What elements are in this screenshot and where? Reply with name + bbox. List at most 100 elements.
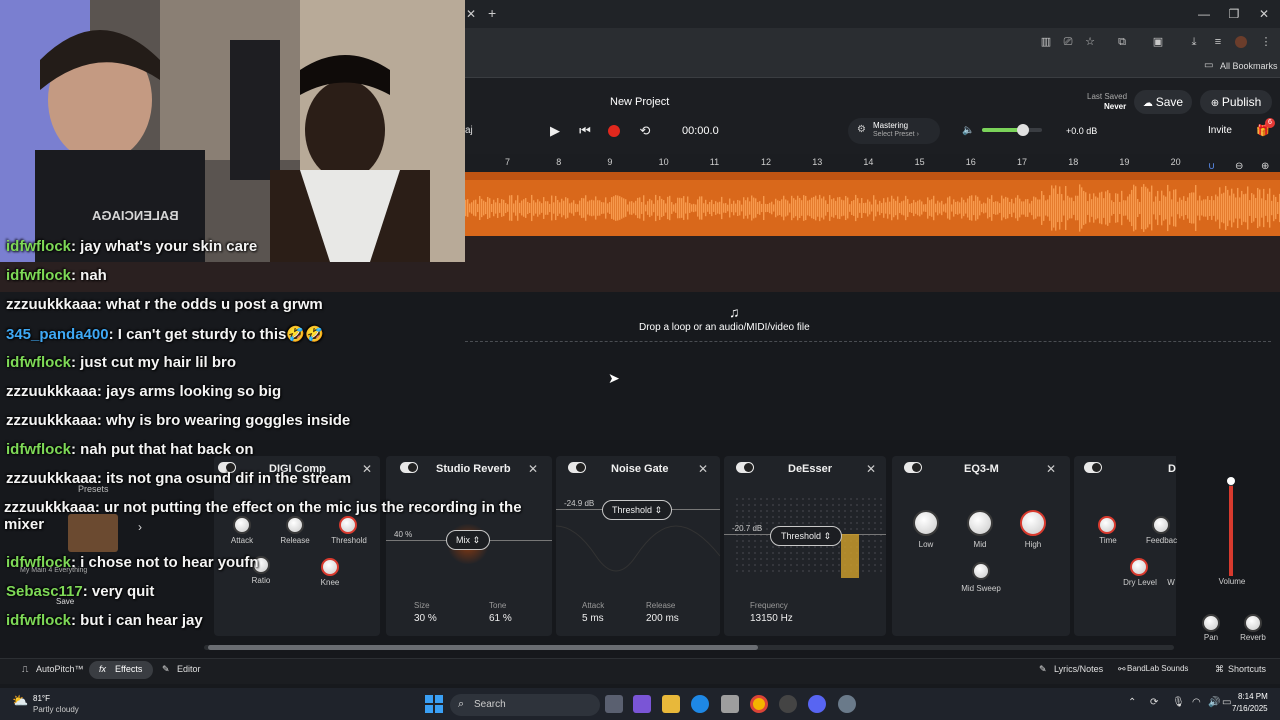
- taskbar-search[interactable]: ⌕ Search: [450, 694, 600, 716]
- window-close-icon[interactable]: ✕: [1256, 6, 1272, 22]
- audio-clip[interactable]: [465, 180, 1280, 236]
- profile-avatar[interactable]: [1235, 36, 1247, 48]
- tray-mic-icon[interactable]: 🎙: [1172, 697, 1185, 708]
- eq-mid-sweep-knob[interactable]: [972, 562, 990, 580]
- waveform-bar: [499, 203, 501, 213]
- bandlab-sounds-button[interactable]: BandLab Sounds: [1127, 664, 1188, 673]
- battery-icon[interactable]: ▭: [1222, 697, 1231, 708]
- pan-knob[interactable]: [1202, 614, 1220, 632]
- loop-icon[interactable]: ⟲: [635, 121, 655, 141]
- extension-icon[interactable]: ▥: [1038, 34, 1054, 50]
- eq-toggle[interactable]: [904, 462, 922, 473]
- effects-scrollbar[interactable]: [204, 645, 1174, 650]
- editor-tab[interactable]: Editor: [177, 664, 201, 674]
- waveform-bar: [501, 199, 503, 217]
- timeline-ruler[interactable]: 7 8 9 10 11 12 13 14 15 16 17 18 19 20: [465, 154, 1280, 172]
- mastering-selector[interactable]: ⚙ Mastering Select Preset ›: [848, 118, 940, 144]
- delay-toggle[interactable]: [1084, 462, 1102, 473]
- track-volume-handle[interactable]: [1227, 477, 1235, 485]
- magnet-icon[interactable]: ∪: [1208, 161, 1215, 172]
- gate-attack-value[interactable]: 5 ms: [582, 613, 604, 624]
- zoom-in-icon[interactable]: ⊕: [1261, 161, 1269, 172]
- record-button[interactable]: [608, 125, 620, 137]
- waveform-bar: [699, 196, 701, 220]
- maximize-icon[interactable]: ❐: [1226, 6, 1242, 22]
- tab-search-icon[interactable]: ≡: [1210, 34, 1226, 50]
- task-view-icon[interactable]: [605, 695, 623, 713]
- track-reverb-knob[interactable]: [1244, 614, 1262, 632]
- shortcuts-button[interactable]: Shortcuts: [1228, 664, 1266, 674]
- effects-scroll-thumb[interactable]: [208, 645, 758, 650]
- eq-high-knob[interactable]: [1020, 510, 1046, 536]
- lyrics-notes-button[interactable]: Lyrics/Notes: [1054, 664, 1103, 674]
- copilot-icon[interactable]: [633, 695, 651, 713]
- settings-icon[interactable]: [838, 695, 856, 713]
- waveform-bar: [683, 196, 685, 220]
- wifi-icon[interactable]: ◠: [1192, 697, 1201, 708]
- deesser-band[interactable]: [841, 534, 859, 578]
- zoom-out-icon[interactable]: ⊖: [1235, 161, 1243, 172]
- skip-back-icon[interactable]: ⏮: [575, 121, 595, 141]
- new-tab-button[interactable]: +: [488, 5, 496, 21]
- waveform-bar: [761, 203, 763, 213]
- tray-sync-icon[interactable]: ⟳: [1150, 697, 1158, 708]
- eq-close-icon[interactable]: ✕: [1046, 462, 1056, 476]
- volume-knob[interactable]: [1016, 124, 1029, 136]
- clock-time[interactable]: 8:14 PM: [1238, 692, 1268, 701]
- waveform-bar: [575, 203, 577, 213]
- store-icon[interactable]: [721, 695, 739, 713]
- publish-button[interactable]: ⊕ Publish: [1200, 90, 1272, 114]
- tab-close-icon[interactable]: ✕: [466, 7, 476, 21]
- deesser-close-icon[interactable]: ✕: [866, 462, 876, 476]
- edge-icon[interactable]: [691, 695, 709, 713]
- volume-icon[interactable]: 🔈: [962, 125, 974, 136]
- bookmark-star-icon[interactable]: ☆: [1082, 34, 1098, 50]
- preset-save-button[interactable]: Save: [56, 597, 74, 606]
- track-region-header[interactable]: [465, 172, 1280, 180]
- preset-thumbnail[interactable]: [68, 514, 118, 552]
- clock-date[interactable]: 7/16/2025: [1232, 704, 1268, 713]
- drop-zone[interactable]: ♫ Drop a loop or an audio/MIDI/video fil…: [465, 292, 1271, 342]
- track-volume-slider[interactable]: [1229, 480, 1233, 576]
- autopitch-tab[interactable]: AutoPitch™: [36, 664, 84, 674]
- extensions-puzzle-icon[interactable]: ⧉: [1114, 34, 1130, 50]
- download-icon[interactable]: ⤓: [1186, 34, 1202, 50]
- sidepanel-icon[interactable]: ▣: [1150, 34, 1166, 50]
- delay-feedback-knob[interactable]: [1152, 516, 1170, 534]
- eq-mid-knob[interactable]: [967, 510, 993, 536]
- minimize-icon[interactable]: —: [1196, 6, 1212, 22]
- app-icon[interactable]: [779, 695, 797, 713]
- weather-icon[interactable]: ⛅: [12, 693, 28, 709]
- waveform-bar: [815, 195, 817, 221]
- delay-time-knob[interactable]: [1098, 516, 1116, 534]
- cast-icon[interactable]: ⎚: [1060, 34, 1076, 50]
- all-bookmarks-link[interactable]: All Bookmarks: [1220, 61, 1278, 71]
- windows-start-icon[interactable]: [425, 695, 443, 713]
- play-icon[interactable]: ▶: [545, 121, 565, 141]
- waveform-bar: [601, 202, 603, 214]
- project-title[interactable]: New Project: [610, 96, 669, 108]
- speaker-icon[interactable]: 🔊: [1208, 697, 1220, 708]
- eq-low-knob[interactable]: [913, 510, 939, 536]
- browser-menu-icon[interactable]: ⋮: [1258, 34, 1274, 50]
- deesser-toggle[interactable]: [736, 462, 754, 473]
- gate-close-icon[interactable]: ✕: [698, 462, 708, 476]
- master-volume-slider[interactable]: [982, 128, 1042, 132]
- file-explorer-icon[interactable]: [662, 695, 680, 713]
- invite-button[interactable]: Invite: [1208, 125, 1232, 136]
- deesser-threshold-dropdown[interactable]: Threshold ⇕: [770, 526, 842, 546]
- discord-icon[interactable]: [808, 695, 826, 713]
- waveform-bar: [1207, 196, 1209, 220]
- chrome-icon[interactable]: [750, 695, 768, 713]
- save-button[interactable]: ☁ Save: [1134, 90, 1192, 114]
- effects-tab[interactable]: fx Effects: [89, 661, 153, 679]
- waveform-bar: [581, 197, 583, 219]
- gate-toggle[interactable]: [568, 462, 586, 473]
- delay-dry-knob[interactable]: [1130, 558, 1148, 576]
- webcam-overlay: BALENCIAGA: [0, 0, 465, 262]
- waveform-bar: [481, 198, 483, 218]
- preset-next-icon[interactable]: ›: [138, 520, 142, 534]
- frequency-value[interactable]: 13150 Hz: [750, 613, 793, 624]
- gate-release-value[interactable]: 200 ms: [646, 613, 679, 624]
- tray-chevron-icon[interactable]: ⌃: [1128, 697, 1136, 708]
